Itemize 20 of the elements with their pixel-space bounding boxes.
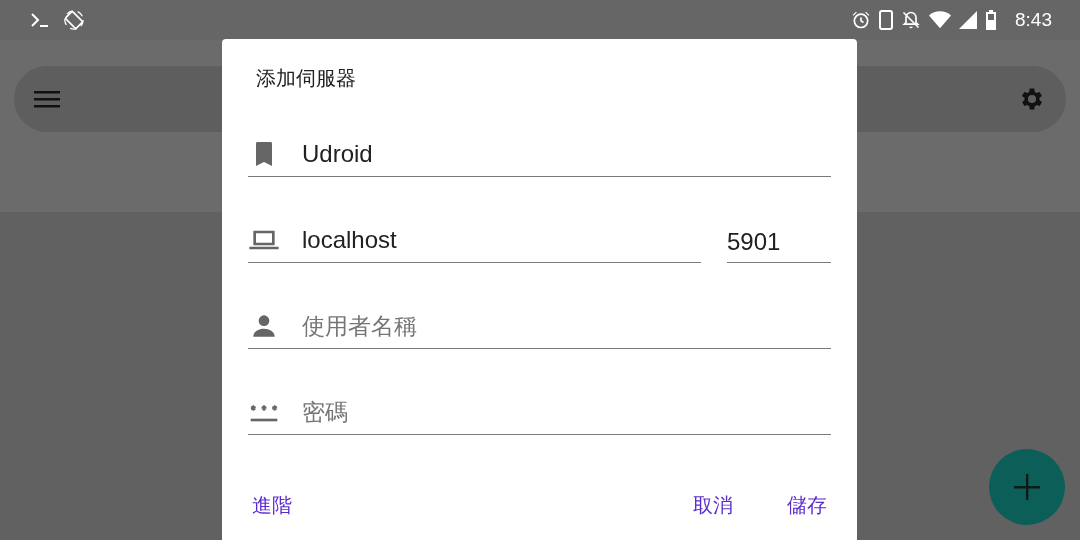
screen-rotation-icon	[64, 10, 84, 30]
menu-icon[interactable]	[34, 89, 60, 109]
input-field[interactable]: 使用者名稱	[302, 312, 831, 340]
terminal-icon	[30, 12, 50, 28]
save-button[interactable]: 儲存	[775, 487, 839, 523]
dialog-title: 添加伺服器	[255, 66, 357, 91]
battery-icon	[985, 10, 997, 30]
input-field[interactable]: 密碼	[302, 398, 831, 426]
advanced-button[interactable]: 進階	[240, 487, 304, 523]
alarm-icon	[851, 10, 871, 30]
clock-time: 8:43	[1015, 9, 1052, 31]
phone-icon	[879, 10, 893, 30]
input-field[interactable]: localhost	[302, 226, 701, 254]
plus-icon	[1014, 474, 1040, 500]
wifi-icon	[929, 11, 951, 29]
cancel-button[interactable]: 取消	[681, 487, 745, 523]
bell-off-icon	[901, 10, 921, 30]
signal-icon	[959, 11, 977, 29]
input-field[interactable]: 5901	[727, 228, 831, 256]
input-field[interactable]: Udroid	[302, 140, 831, 168]
